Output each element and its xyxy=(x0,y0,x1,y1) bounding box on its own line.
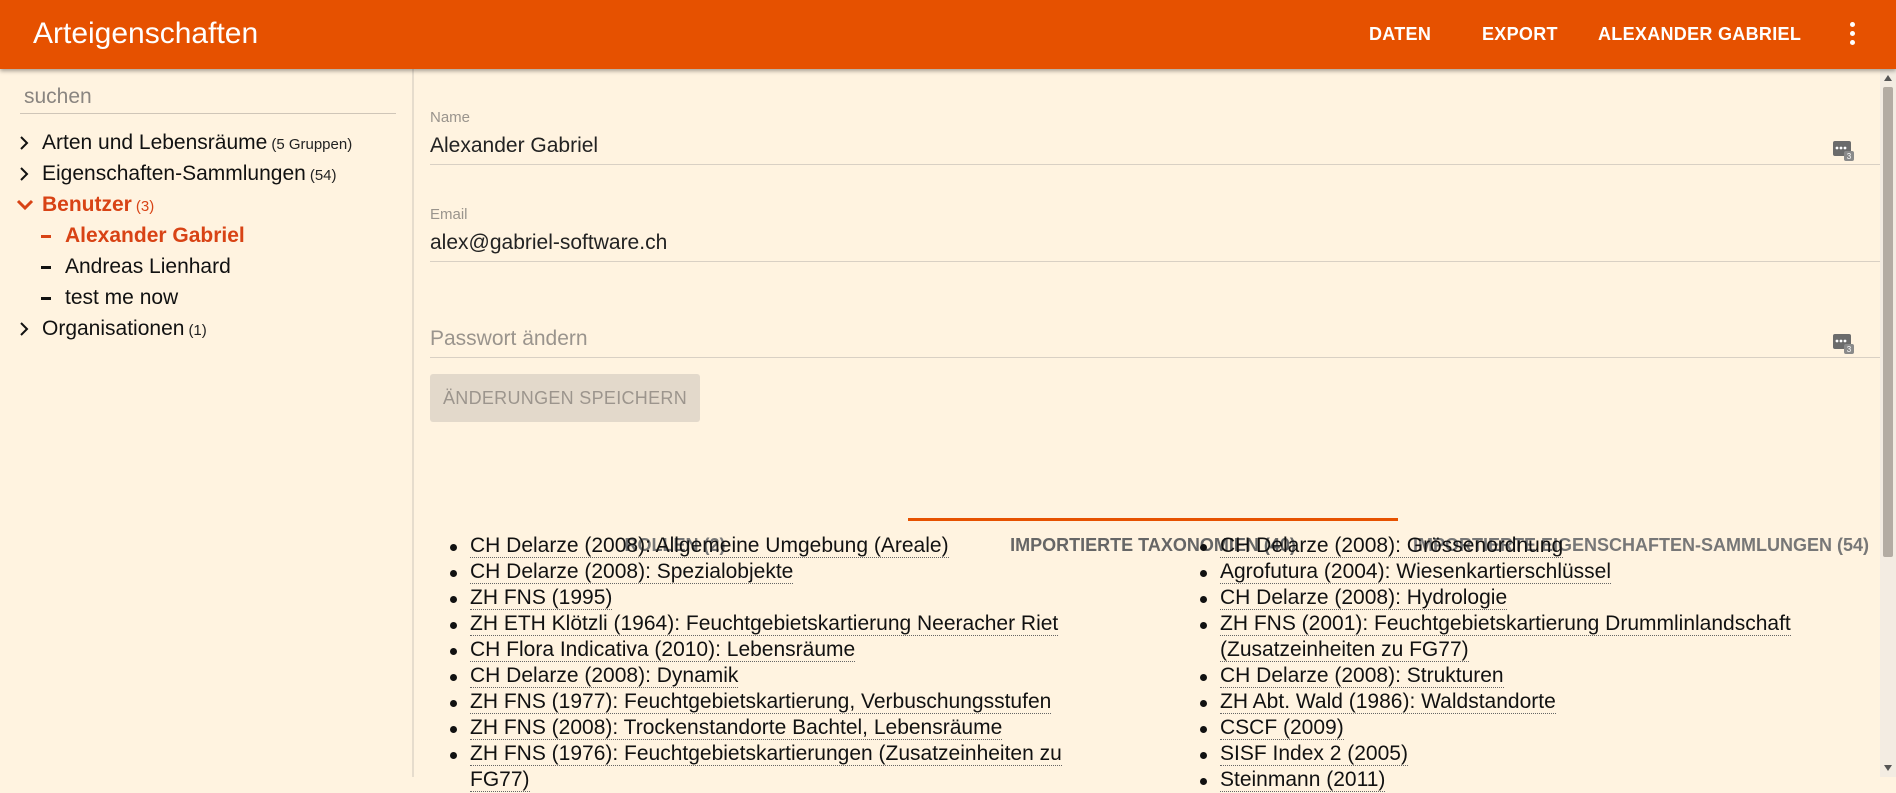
svg-text:3: 3 xyxy=(1847,152,1852,161)
list-item[interactable]: ZH FNS (1977): Feuchtgebietskartierung, … xyxy=(450,689,1110,715)
tree-item-user-test[interactable]: test me now xyxy=(41,284,179,312)
tree-item-count: (54) xyxy=(309,167,337,184)
scrollbar[interactable] xyxy=(1880,69,1896,777)
scroll-thumb[interactable] xyxy=(1883,87,1893,557)
nav-user-button[interactable]: ALEXANDER GABRIEL xyxy=(1598,20,1801,48)
tree-item-eigenschaften[interactable]: Eigenschaften-Sammlungen (54) xyxy=(20,160,337,188)
tree-item-user-alexander[interactable]: Alexander Gabriel xyxy=(41,222,245,250)
tab-indicator xyxy=(908,518,1398,521)
list-item[interactable]: CH Flora Indicativa (2010): Lebensräume xyxy=(450,637,1110,663)
tree-item-benutzer[interactable]: Benutzer (3) xyxy=(16,191,155,219)
list-item[interactable]: ZH FNS (2008): Trockenstandorte Bachtel,… xyxy=(450,715,1110,741)
list-item[interactable]: ZH Abt. Wald (1986): Waldstandorte xyxy=(1200,689,1820,715)
more-vert-icon[interactable] xyxy=(1840,18,1864,50)
app-title: Arteigenschaften xyxy=(33,17,259,50)
name-field[interactable]: Name Alexander Gabriel xyxy=(430,108,1880,165)
list-item[interactable]: Agrofutura (2004): Wiesenkartierschlüsse… xyxy=(1200,559,1820,585)
list-item[interactable]: CH Delarze (2008): Hydrologie xyxy=(1200,585,1820,611)
save-changes-button[interactable]: ÄNDERUNGEN SPEICHERN xyxy=(430,374,700,422)
password-placeholder[interactable]: Passwort ändern xyxy=(430,321,1880,358)
name-value[interactable]: Alexander Gabriel xyxy=(430,128,1880,165)
list-item[interactable]: CSCF (2009) xyxy=(1200,715,1820,741)
list-item[interactable]: CH Delarze (2008): Allgemeine Umgebung (… xyxy=(450,533,1110,559)
email-field[interactable]: Email alex@gabriel-software.ch xyxy=(430,205,1880,262)
dash-icon xyxy=(41,266,51,269)
dash-icon xyxy=(41,297,51,300)
password-field[interactable]: Passwort ändern xyxy=(430,321,1880,358)
tree-item-label: Andreas Lienhard xyxy=(65,255,231,278)
app-bar: Arteigenschaften DATEN EXPORT ALEXANDER … xyxy=(0,0,1896,69)
chevron-down-icon xyxy=(16,191,38,219)
password-manager-icon[interactable]: 3 xyxy=(1832,331,1856,355)
main-panel: Name Alexander Gabriel 3 Email alex@gabr… xyxy=(414,69,1880,792)
chevron-right-icon xyxy=(18,315,38,343)
tree-item-count: (3) xyxy=(135,198,155,215)
password-manager-icon[interactable]: 3 xyxy=(1832,138,1856,162)
taxonomy-list-right: CH Delarze (2008): Grössenordnung Agrofu… xyxy=(1200,533,1820,793)
tree-item-label: Organisationen xyxy=(42,317,185,340)
taxonomy-list-left: CH Delarze (2008): Allgemeine Umgebung (… xyxy=(450,533,1110,793)
list-item[interactable]: ZH FNS (1976): Feuchtgebietskartierungen… xyxy=(450,741,1110,793)
search-input[interactable] xyxy=(20,81,396,114)
list-item[interactable]: CH Delarze (2008): Dynamik xyxy=(450,663,1110,689)
list-item[interactable]: ZH FNS (1995) xyxy=(450,585,1110,611)
list-item[interactable]: CH Delarze (2008): Strukturen xyxy=(1200,663,1820,689)
email-value[interactable]: alex@gabriel-software.ch xyxy=(430,225,1880,262)
list-item[interactable]: CH Delarze (2008): Grössenordnung xyxy=(1200,533,1820,559)
tree-item-label: Eigenschaften-Sammlungen xyxy=(42,162,306,185)
chevron-right-icon xyxy=(18,129,38,157)
tree-item-label: Benutzer xyxy=(42,193,132,216)
list-item[interactable]: SISF Index 2 (2005) xyxy=(1200,741,1820,767)
sidebar: Arten und Lebensräume(5 Gruppen) Eigensc… xyxy=(0,69,412,777)
scroll-up-icon[interactable] xyxy=(1884,75,1892,81)
nav-export-button[interactable]: EXPORT xyxy=(1482,20,1558,48)
tree-item-user-andreas[interactable]: Andreas Lienhard xyxy=(41,253,231,281)
tree-item-count: (1) xyxy=(188,322,207,339)
email-label: Email xyxy=(430,206,468,223)
chevron-right-icon xyxy=(18,160,38,188)
tree-item-label: Arten und Lebensräume xyxy=(42,131,268,154)
list-item[interactable]: Steinmann (2011) xyxy=(1200,767,1820,793)
list-item[interactable]: ZH ETH Klötzli (1964): Feuchtgebietskart… xyxy=(450,611,1110,637)
tree-item-organisationen[interactable]: Organisationen (1) xyxy=(20,315,207,343)
tree-item-label: test me now xyxy=(65,286,179,309)
tree-item-arten[interactable]: Arten und Lebensräume (5 Gruppen) xyxy=(20,129,353,157)
tree-item-label: Alexander Gabriel xyxy=(65,224,245,247)
svg-text:3: 3 xyxy=(1847,345,1852,354)
dash-icon xyxy=(41,235,51,238)
scroll-down-icon[interactable] xyxy=(1884,765,1892,771)
name-label: Name xyxy=(430,109,471,126)
nav-daten-button[interactable]: DATEN xyxy=(1369,20,1431,48)
list-item[interactable]: ZH FNS (2001): Feuchtgebietskartierung D… xyxy=(1200,611,1820,663)
list-item[interactable]: CH Delarze (2008): Spezialobjekte xyxy=(450,559,1110,585)
tree-item-count: (5 Gruppen) xyxy=(271,136,353,153)
